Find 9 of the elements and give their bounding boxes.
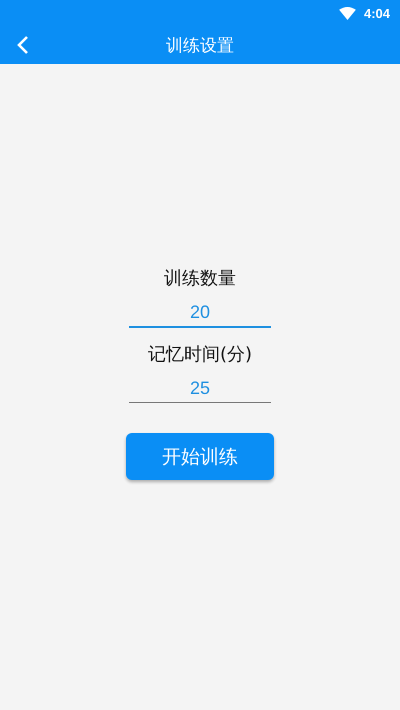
field-label: 训练数量 (164, 267, 236, 291)
input-field[interactable]: 25 (129, 374, 271, 403)
start-button[interactable]: 开始训练 (126, 433, 274, 480)
input-field[interactable]: 20 (129, 298, 271, 328)
status-time: 4:04 (364, 6, 390, 20)
back-icon[interactable] (17, 35, 29, 55)
field-label: 记忆时间(分) (148, 343, 252, 367)
screen-title: 训练设置 (166, 34, 234, 56)
wifi-icon (338, 6, 356, 20)
